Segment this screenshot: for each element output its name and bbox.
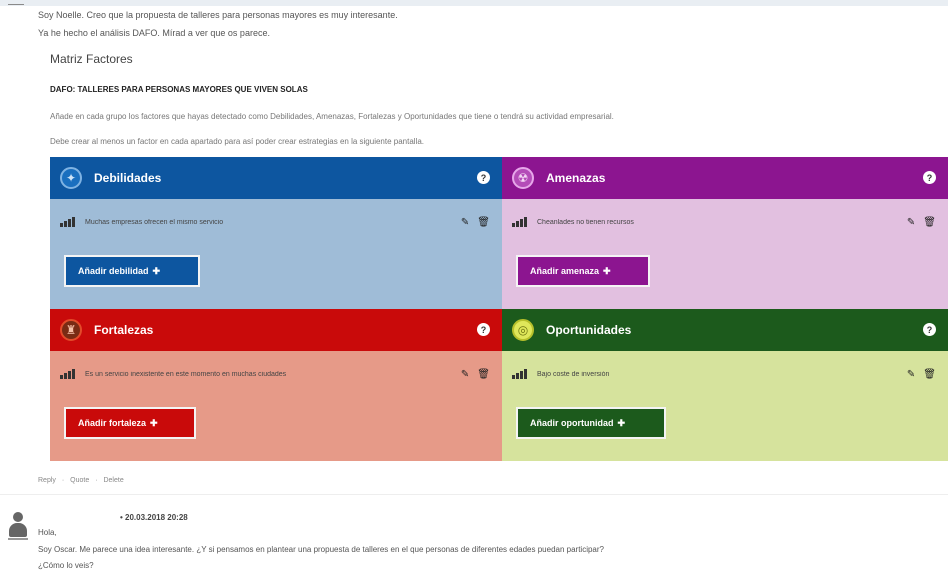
quadrant-fortalezas: ♜ Fortalezas ? Es un servicio inexistent… [50,309,502,461]
plus-icon: ✚ [617,417,626,428]
factor-text: Es un servicio inexistente en este momen… [85,370,287,378]
comment-greeting: Hola, [38,528,57,537]
separator: · [95,477,98,484]
matrix-instruction-2: Debe crear al menos un factor en cada ap… [50,137,425,146]
radiation-icon: ☢ [512,167,534,189]
quadrant-oportunidades: ◎ Oportunidades ? Bajo coste de inversió… [502,309,948,461]
avatar [8,510,28,540]
help-icon[interactable]: ? [477,171,490,184]
signal-bars-icon [60,369,75,379]
quadrant-title: Debilidades [94,171,162,185]
add-oportunidad-button[interactable]: Añadir oportunidad ✚ [516,407,666,439]
target-icon: ◎ [512,319,534,341]
comment-body: Soy Oscar. Me parece una idea interesant… [38,545,604,554]
help-icon[interactable]: ? [923,323,936,336]
quote-link[interactable]: Quote [70,477,89,484]
post-line-2: Ya he hecho el análisis DAFO. Mírad a ve… [38,28,270,38]
post-actions: Reply · Quote · Delete [38,477,128,484]
factor-text: Muchas empresas ofrecen el mismo servici… [85,218,224,226]
factor-text: Cheanlades no tienen recursos [537,218,634,226]
add-debilidad-button[interactable]: Añadir debilidad ✚ [64,255,200,287]
button-label: Añadir debilidad [78,266,149,276]
signal-bars-icon [60,217,75,227]
factor-item: Bajo coste de inversión ✎ 🗑 [512,366,936,382]
factor-item: Muchas empresas ofrecen el mismo servici… [60,214,490,230]
post-line-1: Soy Noelle. Creo que la propuesta de tal… [38,10,398,20]
trash-icon[interactable]: 🗑 [923,217,936,228]
quadrant-header: ♜ Fortalezas ? [50,309,502,351]
quadrant-title: Oportunidades [546,323,632,337]
matrix-instruction-1: Añade en cada grupo los factores que hay… [50,112,614,121]
delete-link[interactable]: Delete [103,477,123,484]
trash-icon[interactable]: 🗑 [923,369,936,380]
help-icon[interactable]: ? [923,171,936,184]
top-bar [0,0,948,6]
divider [8,4,24,5]
comment-divider [0,494,948,495]
plus-icon: ✚ [150,417,158,428]
add-fortaleza-button[interactable]: Añadir fortaleza ✚ [64,407,196,439]
trash-icon[interactable]: 🗑 [477,217,490,228]
factor-item: Cheanlades no tienen recursos ✎ 🗑 [512,214,936,230]
comment-date: • 20.03.2018 20:28 [120,513,188,522]
quadrant-header: ✦ Debilidades ? [50,157,502,199]
edit-icon[interactable]: ✎ [907,369,915,380]
edit-icon[interactable]: ✎ [461,217,469,228]
factor-item: Es un servicio inexistente en este momen… [60,366,490,382]
shield-icon: ✦ [60,167,82,189]
quadrant-debilidades: ✦ Debilidades ? Muchas empresas ofrecen … [50,157,502,309]
plus-icon: ✚ [603,265,611,276]
plus-icon: ✚ [152,265,161,276]
quadrant-amenazas: ☢ Amenazas ? Cheanlades no tienen recurs… [502,157,948,309]
matrix-title: Matriz Factores [50,52,133,66]
button-label: Añadir fortaleza [78,418,147,428]
edit-icon[interactable]: ✎ [461,369,469,380]
reply-link[interactable]: Reply [38,477,56,484]
add-amenaza-button[interactable]: Añadir amenaza ✚ [516,255,650,287]
quadrant-title: Amenazas [546,171,606,185]
fortress-icon: ♜ [60,319,82,341]
quadrant-header: ◎ Oportunidades ? [502,309,948,351]
button-label: Añadir amenaza [530,266,600,276]
button-label: Añadir oportunidad [530,418,614,428]
signal-bars-icon [512,217,527,227]
trash-icon[interactable]: 🗑 [477,369,490,380]
factor-text: Bajo coste de inversión [537,370,610,378]
edit-icon[interactable]: ✎ [907,217,915,228]
quadrant-header: ☢ Amenazas ? [502,157,948,199]
help-icon[interactable]: ? [477,323,490,336]
dafo-matrix: ✦ Debilidades ? Muchas empresas ofrecen … [50,157,948,462]
separator: · [61,477,65,484]
matrix-subtitle: DAFO: TALLERES PARA PERSONAS MAYORES QUE… [50,85,308,94]
signal-bars-icon [512,369,527,379]
comment-question: ¿Cómo lo veis? [38,561,94,570]
quadrant-title: Fortalezas [94,323,154,337]
